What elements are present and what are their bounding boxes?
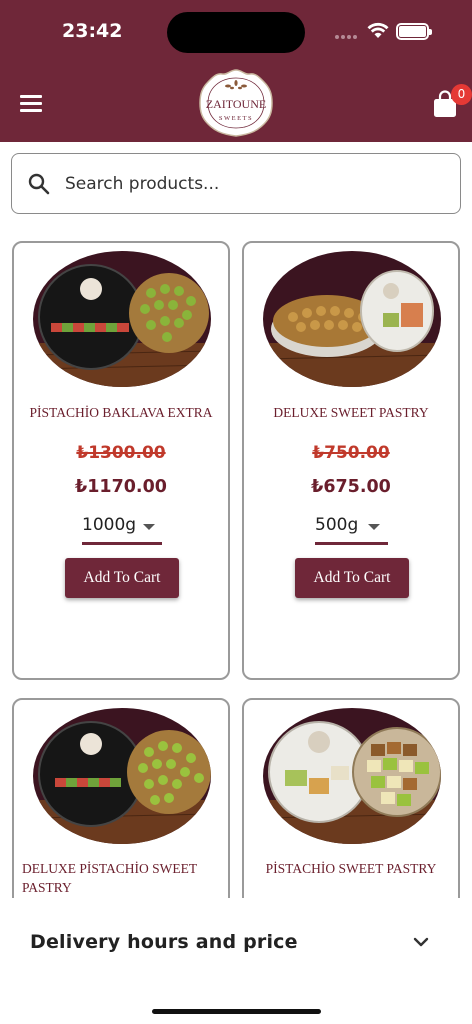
delivery-title: Delivery hours and price xyxy=(30,931,298,953)
wifi-icon xyxy=(367,22,389,38)
search-icon xyxy=(28,173,50,195)
product-price: ₺675.00 xyxy=(311,477,391,497)
zaitoune-logo[interactable]: ZAITOUNE SWEETS xyxy=(198,68,274,138)
product-name[interactable]: PİSTACHİO BAKLAVA EXTRA xyxy=(22,403,220,422)
product-card[interactable]: PİSTACHİO BAKLAVA EXTRA ₺1300.00 ₺1170.0… xyxy=(12,241,230,680)
home-indicator[interactable] xyxy=(152,1009,321,1014)
weight-dropdown[interactable]: 1000g xyxy=(82,513,162,545)
logo-subtext: SWEETS xyxy=(219,115,253,122)
search-placeholder: Search products... xyxy=(65,174,220,194)
cart-count-badge: 0 xyxy=(451,84,472,105)
dropdown-arrow-icon xyxy=(143,524,155,530)
product-image[interactable] xyxy=(33,708,211,844)
battery-icon xyxy=(396,23,432,40)
cellular-signal-icon xyxy=(335,35,357,39)
hamburger-menu-icon[interactable] xyxy=(20,95,42,112)
product-name[interactable]: DELUXE SWEET PASTRY xyxy=(252,403,450,422)
status-bar: 23:42 xyxy=(0,0,472,62)
product-name[interactable]: DELUXE PİSTACHİO SWEET PASTRY xyxy=(22,859,220,897)
dropdown-arrow-icon xyxy=(368,524,380,530)
product-name[interactable]: PİSTACHİO SWEET PASTRY xyxy=(252,859,450,878)
add-to-cart-button[interactable]: Add To Cart xyxy=(65,558,179,598)
delivery-info-panel[interactable]: Delivery hours and price xyxy=(0,898,472,1024)
product-card[interactable]: DELUXE SWEET PASTRY ₺750.00 ₺675.00 500g… xyxy=(242,241,460,680)
dropdown-underline xyxy=(82,542,162,545)
product-price: ₺1170.00 xyxy=(75,477,167,497)
product-old-price: ₺1300.00 xyxy=(76,443,166,463)
product-image[interactable] xyxy=(33,251,211,387)
weight-value: 1000g xyxy=(82,515,137,535)
product-image[interactable] xyxy=(263,251,441,387)
weight-value: 500g xyxy=(315,515,359,535)
dropdown-underline xyxy=(315,542,388,545)
product-image[interactable] xyxy=(263,708,441,844)
search-input[interactable]: Search products... xyxy=(11,153,461,214)
logo-wordmark: ZAITOUNE xyxy=(206,97,266,111)
camera-notch xyxy=(167,12,305,53)
product-old-price: ₺750.00 xyxy=(312,443,390,463)
app-header: ZAITOUNE SWEETS 0 xyxy=(0,62,472,142)
status-time: 23:42 xyxy=(62,20,123,42)
weight-dropdown[interactable]: 500g xyxy=(315,513,388,545)
add-to-cart-button[interactable]: Add To Cart xyxy=(295,558,409,598)
chevron-down-icon[interactable] xyxy=(410,934,432,950)
